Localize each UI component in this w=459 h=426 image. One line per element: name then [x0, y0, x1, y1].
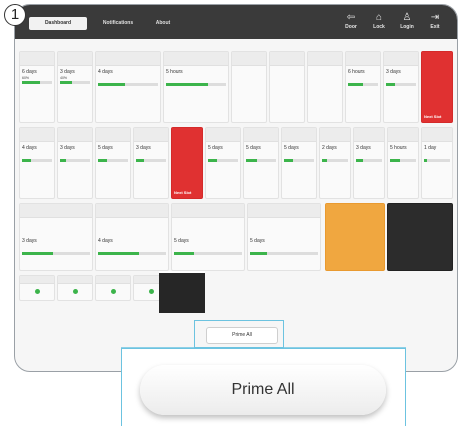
- step-number-badge: 1: [4, 4, 26, 26]
- zoom-callout: Prime All: [121, 348, 406, 426]
- prime-all-button-zoomed[interactable]: Prime All: [140, 365, 386, 415]
